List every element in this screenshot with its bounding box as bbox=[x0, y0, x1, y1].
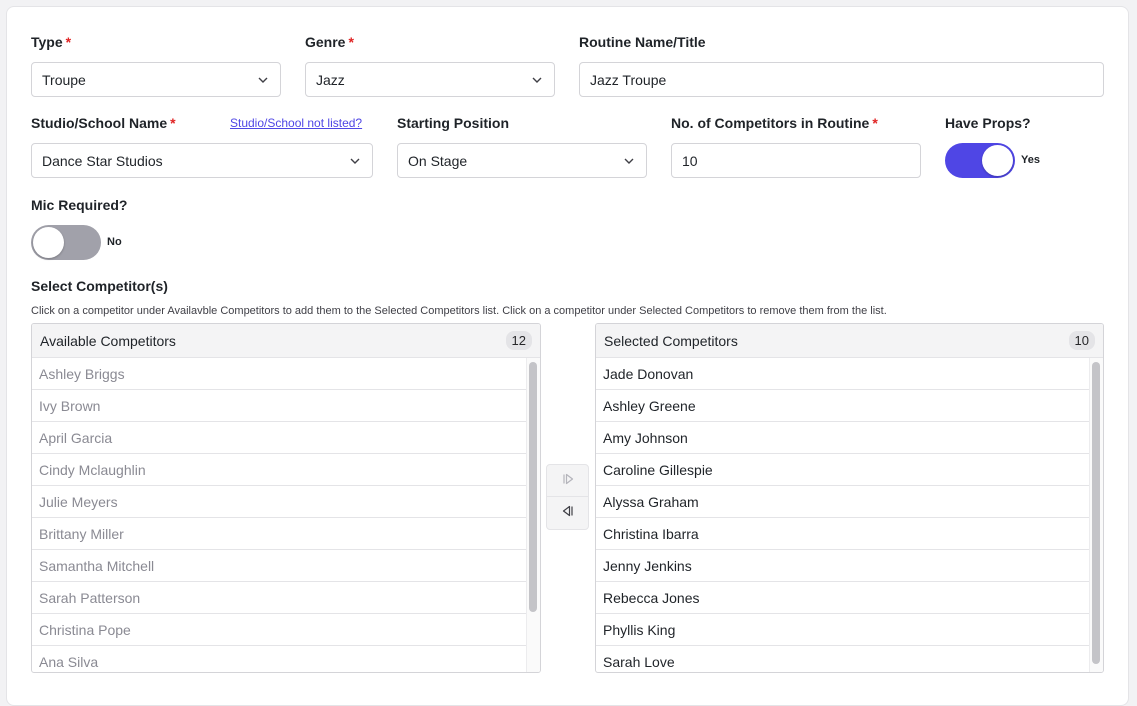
select-competitors-help: Click on a competitor under Availavble C… bbox=[31, 305, 887, 317]
available-competitors-header: Available Competitors 12 bbox=[32, 324, 540, 358]
list-item[interactable]: Brittany Miller bbox=[32, 518, 526, 550]
chevron-down-icon bbox=[622, 154, 636, 168]
list-item[interactable]: Jenny Jenkins bbox=[596, 550, 1089, 582]
required-mark: * bbox=[170, 115, 176, 131]
list-item[interactable]: Alyssa Graham bbox=[596, 486, 1089, 518]
have-props-label: Have Props? bbox=[945, 115, 1031, 131]
scrollbar-thumb[interactable] bbox=[529, 362, 537, 612]
available-scrollbar[interactable] bbox=[526, 358, 540, 672]
studio-not-listed-link[interactable]: Studio/School not listed? bbox=[230, 116, 362, 130]
list-item[interactable]: Sarah Patterson bbox=[32, 582, 526, 614]
required-mark: * bbox=[65, 34, 72, 50]
list-item[interactable]: Ashley Greene bbox=[596, 390, 1089, 422]
list-item[interactable]: Ivy Brown bbox=[32, 390, 526, 422]
move-right-icon bbox=[562, 472, 574, 490]
genre-select-value: Jazz bbox=[316, 71, 345, 88]
have-props-toggle[interactable] bbox=[945, 143, 1015, 178]
studio-select-value: Dance Star Studios bbox=[42, 152, 163, 169]
move-buttons bbox=[546, 464, 589, 530]
selected-competitors-rows: Jade Donovan Ashley Greene Amy Johnson Caro… bbox=[596, 358, 1089, 672]
routine-name-input[interactable]: Jazz Troupe bbox=[579, 62, 1104, 97]
list-item[interactable]: Ana Silva bbox=[32, 646, 526, 672]
studio-select[interactable]: Dance Star Studios bbox=[31, 143, 373, 178]
move-left-icon bbox=[562, 504, 574, 522]
list-item[interactable]: Samantha Mitchell bbox=[32, 550, 526, 582]
num-competitors-value: 10 bbox=[682, 152, 698, 169]
available-competitors-title: Available Competitors bbox=[40, 332, 176, 349]
studio-label: Studio/School Name * bbox=[31, 115, 176, 131]
available-competitors-list: Available Competitors 12 Ashley Briggs Iv… bbox=[31, 323, 541, 673]
mic-required-state: No bbox=[107, 236, 122, 248]
num-competitors-label-text: No. of Competitors in Routine bbox=[671, 115, 870, 131]
toggle-knob bbox=[982, 145, 1013, 176]
list-item[interactable]: Caroline Gillespie bbox=[596, 454, 1089, 486]
required-mark: * bbox=[348, 34, 354, 50]
chevron-down-icon bbox=[530, 73, 544, 87]
genre-label-text: Genre bbox=[305, 34, 346, 50]
type-label-text: Type bbox=[31, 34, 63, 50]
genre-label: Genre * bbox=[305, 34, 354, 50]
toggle-knob bbox=[33, 227, 64, 258]
type-select-value: Troupe bbox=[42, 71, 86, 88]
list-item[interactable]: Rebecca Jones bbox=[596, 582, 1089, 614]
list-item[interactable]: Christina Ibarra bbox=[596, 518, 1089, 550]
studio-label-text: Studio/School Name bbox=[31, 115, 168, 131]
move-right-button[interactable] bbox=[547, 465, 588, 497]
selected-count-badge: 10 bbox=[1068, 331, 1095, 350]
mic-required-toggle[interactable] bbox=[31, 225, 101, 260]
routine-name-value: Jazz Troupe bbox=[590, 71, 667, 88]
scrollbar-thumb[interactable] bbox=[1092, 362, 1100, 664]
selected-competitors-title: Selected Competitors bbox=[604, 332, 738, 349]
available-competitors-rows: Ashley Briggs Ivy Brown April Garcia Cindy … bbox=[32, 358, 526, 672]
chevron-down-icon bbox=[348, 154, 362, 168]
list-item[interactable]: Sarah Love bbox=[596, 646, 1089, 672]
available-count-badge: 12 bbox=[505, 331, 532, 350]
type-select[interactable]: Troupe bbox=[31, 62, 281, 97]
list-item[interactable]: Jade Donovan bbox=[596, 358, 1089, 390]
move-left-button[interactable] bbox=[547, 497, 588, 529]
select-competitors-title: Select Competitor(s) bbox=[31, 278, 168, 294]
required-mark: * bbox=[872, 115, 878, 131]
list-item[interactable]: Cindy Mclaughlin bbox=[32, 454, 526, 486]
type-label: Type * bbox=[31, 34, 71, 50]
num-competitors-input[interactable]: 10 bbox=[671, 143, 921, 178]
num-competitors-label: No. of Competitors in Routine * bbox=[671, 115, 878, 131]
selected-scrollbar[interactable] bbox=[1089, 358, 1103, 672]
list-item[interactable]: Ashley Briggs bbox=[32, 358, 526, 390]
mic-required-label: Mic Required? bbox=[31, 197, 128, 213]
selected-competitors-list: Selected Competitors 10 Jade Donovan Ashl… bbox=[595, 323, 1104, 673]
list-item[interactable]: Christina Pope bbox=[32, 614, 526, 646]
starting-position-value: On Stage bbox=[408, 152, 468, 169]
list-item[interactable]: Phyllis King bbox=[596, 614, 1089, 646]
list-item[interactable]: Julie Meyers bbox=[32, 486, 526, 518]
chevron-down-icon bbox=[256, 73, 270, 87]
starting-position-label: Starting Position bbox=[397, 115, 509, 131]
starting-position-select[interactable]: On Stage bbox=[397, 143, 647, 178]
genre-select[interactable]: Jazz bbox=[305, 62, 555, 97]
routine-name-label: Routine Name/Title bbox=[579, 34, 706, 50]
list-item[interactable]: Amy Johnson bbox=[596, 422, 1089, 454]
have-props-state: Yes bbox=[1021, 154, 1040, 166]
selected-competitors-header: Selected Competitors 10 bbox=[596, 324, 1103, 358]
list-item[interactable]: April Garcia bbox=[32, 422, 526, 454]
